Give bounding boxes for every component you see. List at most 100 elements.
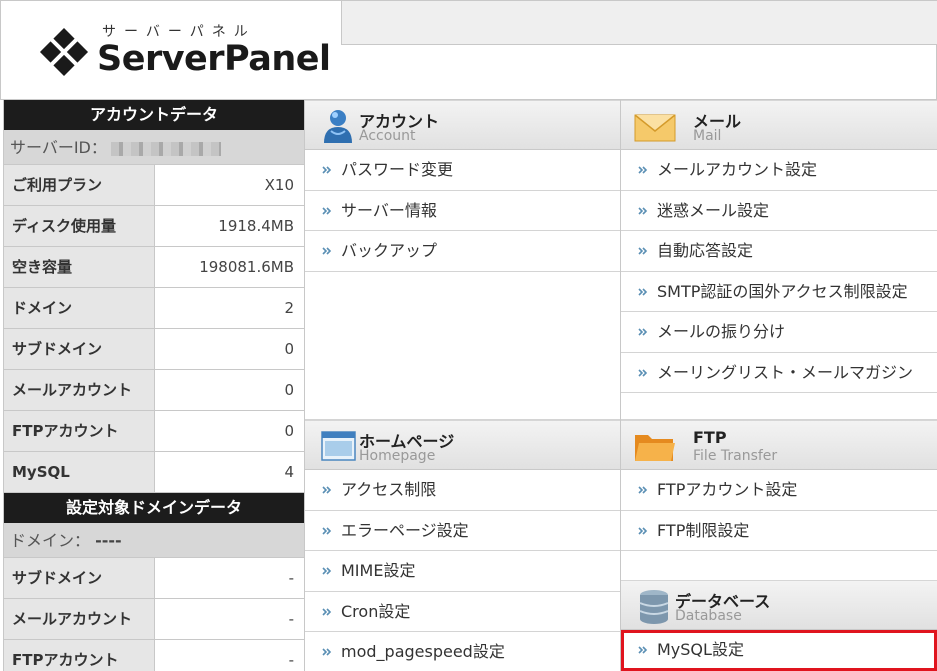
account-data-row-value: 4 bbox=[155, 452, 304, 492]
ftp-panel-header: FTP File Transfer bbox=[621, 420, 937, 470]
account-menu: パスワード変更サーバー情報 バックアップ bbox=[305, 150, 620, 272]
arrow-icon bbox=[322, 247, 332, 255]
folder-icon bbox=[635, 435, 675, 461]
arrow-icon bbox=[638, 646, 648, 654]
server-id-row: サーバーID： bbox=[4, 130, 304, 165]
domain-data-title: 設定対象ドメインデータ bbox=[4, 493, 304, 523]
account-data-row-value: 0 bbox=[155, 329, 304, 369]
arrow-icon bbox=[322, 486, 332, 494]
account-rows: ご利用プラン X10 ディスク使用量 1918.4MB 空き容量 198081.6MB ドメ… bbox=[4, 165, 304, 493]
menu-item-label: アクセス制限 bbox=[341, 480, 437, 499]
menu-item-database[interactable]: MySQL設定 bbox=[621, 630, 937, 671]
server-id-label: サーバーID： bbox=[10, 138, 107, 157]
account-data-row-label: MySQL bbox=[4, 452, 155, 492]
account-data-row-value: 0 bbox=[155, 411, 304, 451]
menu-item-mail[interactable]: 自動応答設定 bbox=[621, 231, 937, 272]
menu-item-homepage[interactable]: MIME設定 bbox=[305, 551, 620, 592]
menu-item-account[interactable]: パスワード変更 bbox=[305, 150, 620, 191]
arrow-icon bbox=[322, 607, 332, 616]
menu-item-label: 迷惑メール設定 bbox=[657, 200, 770, 220]
ftp-panel-title: FTP bbox=[693, 428, 727, 447]
menu-item-mail[interactable]: 迷惑メール設定 bbox=[621, 190, 937, 231]
domain-data-row-label: FTPアカウント bbox=[4, 640, 155, 671]
menu-item-label: メールの振り分け bbox=[657, 322, 786, 341]
menu-item-ftp[interactable]: FTPアカウント設定 bbox=[621, 470, 937, 511]
ftp-panel-subtitle: File Transfer bbox=[693, 448, 778, 464]
menu-item-label: MIME設定 bbox=[341, 561, 416, 580]
domain-data-row-value: - bbox=[155, 640, 304, 671]
arrow-icon bbox=[322, 166, 332, 174]
menu-item-label: MySQL設定 bbox=[657, 640, 744, 659]
account-data-row-label: サブドメイン bbox=[4, 329, 155, 369]
logo-diamond-icon bbox=[39, 27, 89, 77]
menu-item-mail[interactable]: メーリングリスト・メールマガジン bbox=[621, 352, 937, 393]
domain-data-row: FTPアカウント - bbox=[4, 640, 304, 671]
account-data-row-label: ご利用プラン bbox=[4, 165, 155, 205]
domain-rows: サブドメイン - メールアカウント - FTPアカウント - bbox=[4, 558, 304, 671]
account-data-row-value: 198081.6MB bbox=[155, 247, 304, 287]
browser-window-icon bbox=[321, 431, 356, 461]
menu-item-mail[interactable]: メールの振り分け bbox=[621, 312, 937, 353]
homepage-panel-subtitle: Homepage bbox=[359, 448, 436, 464]
domain-value: ---- bbox=[95, 531, 122, 550]
account-data-row: サブドメイン 0 bbox=[4, 329, 304, 370]
menu-item-homepage[interactable]: エラーページ設定 bbox=[305, 510, 620, 551]
logo-kana: サーバーパネル bbox=[102, 24, 256, 40]
header: サーバーパネル ServerPanel bbox=[0, 0, 937, 100]
menu-item-account[interactable]: バックアップ bbox=[305, 231, 620, 272]
menu-item-ftp[interactable]: FTP制限設定 bbox=[621, 510, 937, 551]
arrow-icon bbox=[638, 166, 648, 174]
account-data-row-label: 空き容量 bbox=[4, 247, 155, 287]
domain-data-row: メールアカウント - bbox=[4, 599, 304, 640]
arrow-icon bbox=[638, 287, 648, 296]
menu-item-label: エラーページ設定 bbox=[341, 520, 469, 540]
menu-item-label: 自動応答設定 bbox=[657, 241, 754, 260]
homepage-menu: アクセス制限エラーページ設定 MIME設定 Cron設定 mod_pagespeed設… bbox=[305, 470, 620, 671]
envelope-icon bbox=[634, 114, 676, 142]
menu-item-mail[interactable]: SMTP認証の国外アクセス制限設定 bbox=[621, 271, 937, 312]
server-id-masked-value bbox=[110, 141, 221, 156]
ftp-menu: FTPアカウント設定 FTP制限設定 bbox=[621, 470, 937, 551]
account-data-row: メールアカウント 0 bbox=[4, 370, 304, 411]
database-menu: MySQL設定 bbox=[621, 630, 937, 671]
account-panel-subtitle: Account bbox=[359, 128, 416, 144]
menu-item-label: SMTP認証の国外アクセス制限設定 bbox=[657, 281, 908, 301]
account-data-row: ご利用プラン X10 bbox=[4, 165, 304, 206]
arrow-icon bbox=[322, 526, 332, 535]
menu-item-label: メーリングリスト・メールマガジン bbox=[657, 362, 914, 382]
arrow-icon bbox=[638, 526, 648, 535]
account-data-row-value: X10 bbox=[155, 165, 304, 205]
menu-item-account[interactable]: サーバー情報 bbox=[305, 190, 620, 231]
account-data-row: MySQL 4 bbox=[4, 452, 304, 493]
menu-item-homepage[interactable]: mod_pagespeed設定 bbox=[305, 632, 620, 671]
menu-item-label: mod_pagespeed設定 bbox=[341, 642, 505, 661]
database-panel-subtitle: Database bbox=[675, 608, 742, 624]
menu-item-mail[interactable]: メールアカウント設定 bbox=[621, 150, 937, 191]
menu-item-label: メールアカウント設定 bbox=[657, 160, 818, 179]
arrow-icon bbox=[322, 206, 332, 215]
account-data-row: ドメイン 2 bbox=[4, 288, 304, 329]
account-data-row: ディスク使用量 1918.4MB bbox=[4, 206, 304, 247]
menu-item-label: パスワード変更 bbox=[341, 160, 454, 179]
menu-item-label: FTP制限設定 bbox=[657, 520, 750, 540]
mail-menu: メールアカウント設定 迷惑メール設定 自動応答設定 SMTP認証の国外アクセス制限設定… bbox=[621, 150, 937, 393]
mail-panel-subtitle: Mail bbox=[693, 128, 722, 144]
homepage-panel-header: ホームページ Homepage bbox=[305, 420, 620, 470]
arrow-icon bbox=[638, 206, 648, 215]
domain-data-row: サブドメイン - bbox=[4, 558, 304, 599]
menu-item-label: Cron設定 bbox=[341, 601, 411, 621]
account-data-row: 空き容量 198081.6MB bbox=[4, 247, 304, 288]
right-column: メール Mail メールアカウント設定 迷惑メール設定 自動応答設定 SMTP認証の国… bbox=[620, 100, 937, 671]
mail-panel-header: メール Mail bbox=[621, 100, 937, 150]
database-panel: データベース Database MySQL設定 bbox=[621, 580, 937, 671]
arrow-icon bbox=[638, 247, 648, 255]
account-data-row-label: ディスク使用量 bbox=[4, 206, 155, 246]
account-data-row-value: 2 bbox=[155, 288, 304, 328]
account-data-row-label: メールアカウント bbox=[4, 370, 155, 410]
menu-item-homepage[interactable]: アクセス制限 bbox=[305, 470, 620, 511]
user-icon bbox=[324, 110, 352, 143]
menu-item-homepage[interactable]: Cron設定 bbox=[305, 591, 620, 632]
domain-data-row-value: - bbox=[155, 558, 304, 598]
middle-column: アカウント Account パスワード変更 サーバー情報 バックアップ ホームページ… bbox=[304, 100, 620, 671]
account-data-sidebar: アカウントデータ サーバーID： ご利用プラン X10 ディスク使用量 1918.4M… bbox=[3, 100, 304, 671]
